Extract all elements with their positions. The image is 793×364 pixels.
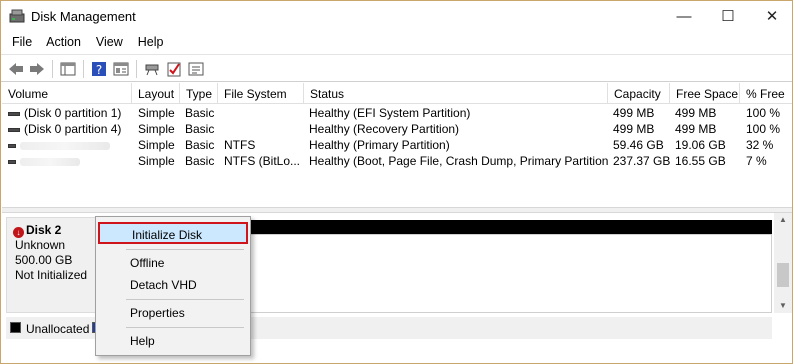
status-cell: Healthy (EFI System Partition) [309, 106, 471, 120]
column-header-volume[interactable]: Volume [2, 83, 132, 104]
disk-size: 500.00 GB [15, 253, 73, 267]
window-title: Disk Management [31, 9, 136, 24]
help-icon[interactable]: ? [89, 59, 109, 79]
layout-cell: Simple [138, 154, 175, 168]
scroll-down-icon[interactable]: ▼ [774, 299, 792, 313]
file-system-cell: NTFS [224, 138, 256, 152]
legend-unallocated: Unallocated [26, 322, 90, 336]
status-cell: Healthy (Recovery Partition) [309, 122, 460, 136]
back-arrow-icon[interactable] [6, 59, 26, 79]
file-system-cell [224, 106, 304, 122]
console-tree-icon[interactable] [58, 59, 78, 79]
disk-name: ↓ Disk 2 [13, 223, 61, 238]
title-bar[interactable]: Disk Management — ☐ ✕ [1, 1, 792, 32]
free-space-cell: 499 MB [675, 106, 717, 120]
percent-free-cell: 100 % [746, 106, 781, 120]
capacity-cell: 59.46 GB [613, 138, 664, 152]
file-system-cell [224, 122, 304, 138]
scroll-thumb[interactable] [777, 263, 789, 287]
disk-state: Not Initialized [15, 268, 88, 282]
menu-view[interactable]: View [96, 32, 123, 53]
volume-cell: (Disk 0 partition 4) [8, 122, 132, 138]
volume-cell: (Disk 0 partition 1) [8, 106, 132, 122]
unallocated-swatch [10, 322, 21, 333]
free-space-cell: 499 MB [675, 122, 717, 136]
menu-file[interactable]: File [12, 32, 32, 53]
menu-properties[interactable]: Properties [98, 302, 248, 324]
type-cell: Basic [185, 106, 215, 120]
type-cell: Basic [185, 138, 215, 152]
column-header-free-space[interactable]: Free Space [670, 83, 740, 104]
disk-info-panel[interactable]: ↓ Disk 2 Unknown 500.00 GB Not Initialize… [6, 217, 104, 313]
volume-icon [8, 143, 16, 148]
free-space-cell: 16.55 GB [675, 154, 726, 168]
disk-context-menu: Initialize Disk Offline Detach VHD Prope… [95, 216, 251, 356]
menu-separator [126, 327, 244, 328]
free-space-cell: 19.06 GB [675, 138, 726, 152]
toolbar-separator [83, 60, 84, 78]
toolbar-separator [52, 60, 53, 78]
column-header-file-system[interactable]: File System [218, 83, 304, 104]
redacted-volume-label [20, 141, 110, 150]
menu-help-item[interactable]: Help [98, 330, 248, 352]
menu-bar: File Action View Help [1, 32, 792, 53]
svg-text:?: ? [96, 63, 102, 77]
toolbar-separator [136, 60, 137, 78]
volume-icon [8, 159, 16, 164]
menu-detach-vhd[interactable]: Detach VHD [98, 274, 248, 296]
percent-free-cell: 32 % [746, 138, 774, 152]
disk-management-window: Disk Management — ☐ ✕ File Action View H… [0, 0, 793, 364]
capacity-cell: 499 MB [613, 122, 655, 136]
status-cell: Healthy (Primary Partition) [309, 138, 450, 152]
check-icon[interactable] [164, 59, 184, 79]
layout-cell: Simple [138, 138, 175, 152]
properties-icon[interactable] [111, 59, 131, 79]
menu-separator [126, 249, 244, 250]
volume-cell [8, 138, 132, 154]
type-cell: Basic [185, 122, 215, 136]
forward-arrow-icon[interactable] [27, 59, 47, 79]
menu-offline[interactable]: Offline [98, 252, 248, 274]
volume-icon [8, 111, 20, 116]
disk-management-icon [9, 9, 25, 24]
column-header-type[interactable]: Type [180, 83, 218, 104]
volume-list: Volume Layout Type File System Status Ca… [2, 83, 792, 207]
type-cell: Basic [185, 154, 215, 168]
maximize-button[interactable]: ☐ [705, 1, 751, 31]
minimize-button[interactable]: — [661, 1, 707, 31]
volume-cell [8, 154, 132, 170]
column-header-status[interactable]: Status [304, 83, 608, 104]
column-header-percent-free[interactable]: % Free [740, 83, 792, 104]
unallocated-partition-area[interactable] [248, 234, 772, 313]
percent-free-cell: 100 % [746, 122, 781, 136]
unallocated-partition-bar[interactable] [248, 220, 772, 234]
layout-cell: Simple [138, 106, 175, 120]
close-button[interactable]: ✕ [749, 1, 793, 31]
capacity-cell: 499 MB [613, 106, 655, 120]
column-header-capacity[interactable]: Capacity [608, 83, 670, 104]
scroll-up-icon[interactable]: ▲ [774, 213, 792, 227]
redacted-volume-label [20, 157, 80, 166]
not-initialized-icon: ↓ [13, 227, 24, 238]
toolbar: ? [1, 54, 792, 82]
volume-icon [8, 127, 20, 132]
connect-icon[interactable] [142, 59, 162, 79]
file-system-cell: NTFS (BitLo... [224, 154, 301, 168]
status-cell: Healthy (Boot, Page File, Crash Dump, Pr… [309, 154, 608, 168]
menu-action[interactable]: Action [46, 32, 81, 53]
list-icon[interactable] [186, 59, 206, 79]
column-header-layout[interactable]: Layout [132, 83, 180, 104]
menu-separator [126, 299, 244, 300]
capacity-cell: 237.37 GB [613, 154, 670, 168]
percent-free-cell: 7 % [746, 154, 767, 168]
disk-kind: Unknown [15, 238, 66, 252]
menu-initialize-disk[interactable]: Initialize Disk [98, 222, 248, 244]
menu-help[interactable]: Help [138, 32, 164, 53]
layout-cell: Simple [138, 122, 175, 136]
